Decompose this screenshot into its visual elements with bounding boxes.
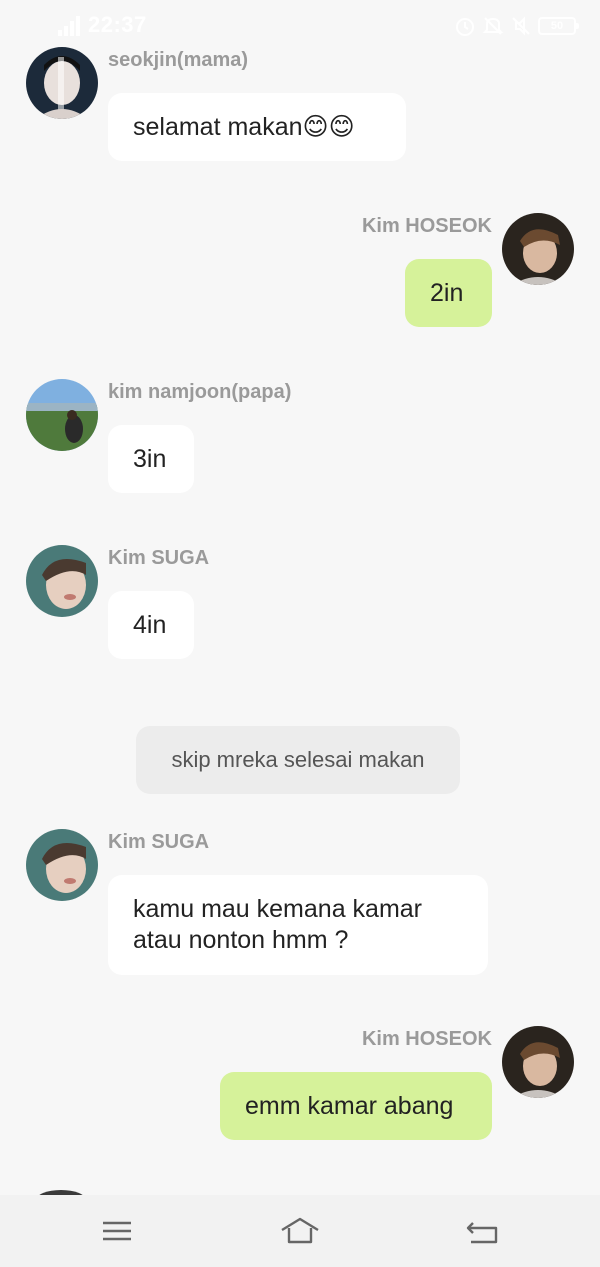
avatar-seokjin[interactable] [26,47,98,119]
message-bubble[interactable]: kamu mau kemana kamar atau nonton hmm ? [108,875,488,975]
message-text: emm kamar abang [245,1092,454,1120]
sender-name: Kim SUGA [108,547,210,569]
message-text: 3in [133,445,167,473]
avatar-namjoon[interactable] [26,379,98,451]
message-text-line: atau nonton hmm ? [133,926,349,954]
message-bubble[interactable]: selamat makan😊😊 [108,93,406,161]
sender-name: Kim HOSEOK [361,215,492,237]
sender-name: seokjin(mama) [108,49,249,71]
avatar-suga[interactable] [26,545,98,617]
message-text: selamat makan😊😊 [133,113,355,141]
sender-name: Kim HOSEOK [361,1028,492,1050]
avatar-hoseok[interactable] [502,213,574,285]
avatar-hoseok[interactable] [502,1026,574,1098]
sender-name: kim namjoon(papa) [108,381,292,403]
sender-name: Kim SUGA [108,831,210,853]
avatar-suga[interactable] [26,829,98,901]
message-text-line: kamu mau kemana kamar [133,895,423,923]
message-text: 4in [133,611,167,639]
message-bubble[interactable]: emm kamar abang [220,1072,492,1140]
home-icon[interactable] [280,1215,320,1247]
message-text: 2in [430,279,464,307]
message-bubble[interactable]: 3in [108,425,194,493]
message-bubble[interactable]: 2in [405,259,492,327]
menu-icon[interactable] [97,1215,137,1247]
narration-bubble[interactable]: skip mreka selesai makan [136,726,460,794]
chat-list[interactable]: seokjin(mama) selamat makan😊😊 Kim HOSEOK… [0,0,600,1195]
navigation-bar [0,1195,600,1267]
message-bubble[interactable]: 4in [108,591,194,659]
back-icon[interactable] [463,1215,503,1247]
